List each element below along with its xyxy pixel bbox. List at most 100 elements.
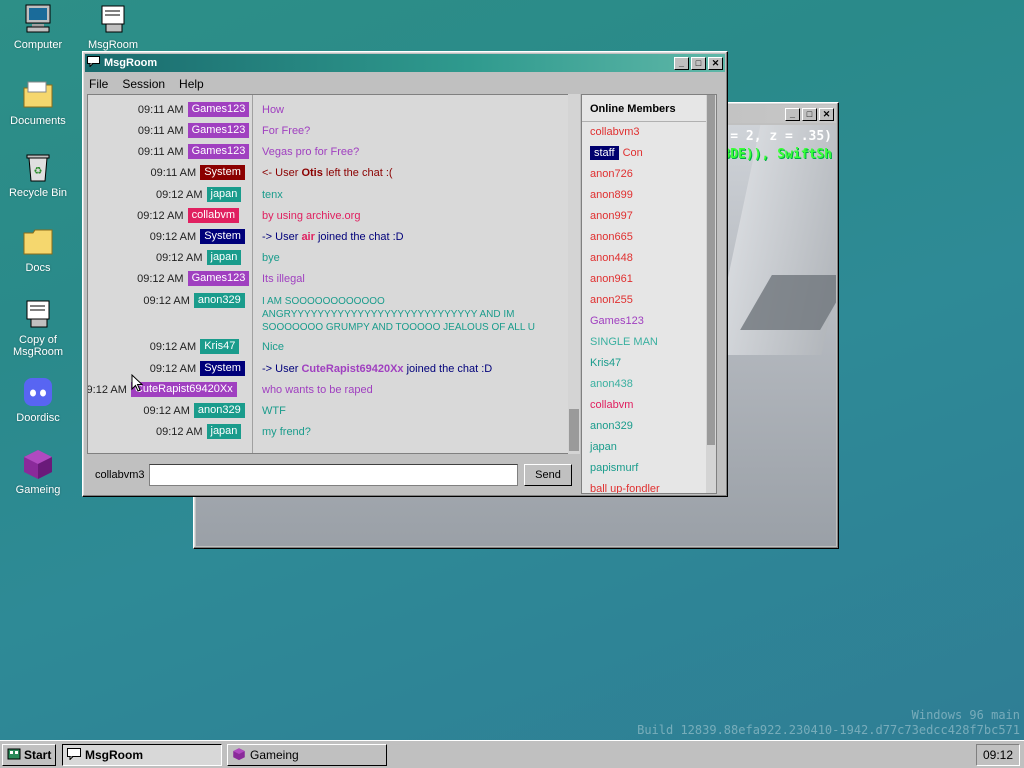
member-item[interactable]: anon665 bbox=[582, 227, 716, 248]
close-button[interactable]: ✕ bbox=[708, 56, 723, 70]
chat-log[interactable]: 09:11 AM Games123 How 09:11 AM Games123 For F… bbox=[87, 94, 580, 454]
message-time: 09:12 AM bbox=[156, 252, 203, 264]
menu-file[interactable]: File bbox=[89, 77, 108, 91]
chat-bubble-icon bbox=[87, 56, 100, 70]
message-time: 09:12 AM bbox=[149, 231, 197, 243]
message-text: How bbox=[262, 104, 284, 116]
maximize-button[interactable]: □ bbox=[691, 56, 706, 70]
member-item[interactable]: ball up-fondler bbox=[582, 479, 716, 493]
member-item[interactable]: anon438 bbox=[582, 374, 716, 395]
scrollbar-thumb[interactable] bbox=[707, 95, 715, 445]
msgroom-window[interactable]: MsgRoom _ □ ✕ File Session Help 09:11 AM… bbox=[82, 51, 728, 497]
member-item[interactable]: anon899 bbox=[582, 185, 716, 206]
members-header: Online Members bbox=[582, 95, 716, 122]
chat-message: 09:12 AM System -> User CuteRapist69420Xx … bbox=[88, 360, 568, 378]
message-username-badge[interactable]: CuteRapist69420Xx bbox=[130, 382, 237, 397]
message-username-badge[interactable]: Games123 bbox=[187, 123, 250, 138]
desktop-icon-doordisc[interactable]: Doordisc bbox=[0, 375, 76, 424]
message-text: I AM SOOOOOOOOOOOO ANGRYYYYYYYYYYYYYYYYYY… bbox=[262, 295, 535, 334]
build-watermark-line1: Windows 96 main bbox=[911, 708, 1020, 722]
task-gameing[interactable]: Gameing bbox=[227, 744, 387, 766]
message-username-badge[interactable]: System bbox=[200, 229, 245, 244]
member-name: collabvm bbox=[590, 399, 634, 411]
send-button[interactable]: Send bbox=[524, 464, 572, 486]
member-name: anon448 bbox=[590, 252, 633, 264]
member-name: anon961 bbox=[590, 273, 633, 285]
message-username-badge[interactable]: collabvm bbox=[187, 208, 239, 223]
task-msgroom[interactable]: MsgRoom bbox=[62, 744, 222, 766]
message-username-badge[interactable]: Games123 bbox=[187, 144, 250, 159]
message-username-badge[interactable]: System bbox=[200, 165, 245, 180]
chat-message: 09:12 AM japan bye bbox=[88, 249, 568, 267]
online-members-panel: Online Members collabvm3 staff Con anon726 a… bbox=[581, 94, 717, 494]
message-username-badge[interactable]: Games123 bbox=[187, 102, 250, 117]
message-username-badge[interactable]: japan bbox=[206, 424, 242, 439]
chat-message: 09:11 AM Games123 For Free? bbox=[88, 122, 568, 140]
maximize-button[interactable]: □ bbox=[802, 107, 817, 121]
message-username-badge[interactable]: Kris47 bbox=[200, 339, 240, 354]
message-text: by using archive.org bbox=[262, 210, 360, 222]
member-item[interactable]: collabvm bbox=[582, 395, 716, 416]
message-time: 09:12 AM bbox=[143, 295, 190, 307]
msgroom-titlebar[interactable]: MsgRoom _ □ ✕ bbox=[85, 54, 725, 72]
scrollbar-thumb[interactable] bbox=[569, 409, 579, 451]
msgroom-icon bbox=[21, 297, 55, 331]
chat-message: 09:12 AM japan my frend? bbox=[88, 423, 568, 441]
member-item[interactable]: anon997 bbox=[582, 206, 716, 227]
chat-message: 09:12 AM System -> User air joined the cha… bbox=[88, 228, 568, 246]
message-username-badge[interactable]: japan bbox=[206, 250, 242, 265]
member-item[interactable]: anon329 bbox=[582, 416, 716, 437]
member-item[interactable]: staff Con bbox=[582, 143, 716, 164]
member-item[interactable]: anon255 bbox=[582, 290, 716, 311]
computer-icon bbox=[21, 2, 55, 36]
desktop-icon-computer[interactable]: Computer bbox=[0, 2, 76, 51]
message-line: Its illegal bbox=[262, 273, 305, 285]
desktop-icon-gameing[interactable]: Gameing bbox=[0, 447, 76, 496]
member-item[interactable]: Kris47 bbox=[582, 353, 716, 374]
start-button[interactable]: Start bbox=[2, 744, 56, 766]
member-item[interactable]: collabvm3 bbox=[582, 122, 716, 143]
member-item[interactable]: anon448 bbox=[582, 248, 716, 269]
desktop-icon-msgroom[interactable]: MsgRoom bbox=[75, 2, 151, 51]
message-line: who wants to be raped bbox=[262, 384, 373, 396]
desktop-icon-label: Recycle Bin bbox=[8, 187, 68, 199]
message-username-badge[interactable]: anon329 bbox=[193, 293, 245, 308]
minimize-button[interactable]: _ bbox=[785, 107, 800, 121]
member-name: anon726 bbox=[590, 168, 633, 180]
chat-scrollbar[interactable] bbox=[568, 94, 580, 454]
desktop-icon-documents[interactable]: Documents bbox=[0, 78, 76, 127]
message-time: 09:11 AM bbox=[137, 104, 184, 116]
menu-session[interactable]: Session bbox=[122, 77, 165, 91]
system-suffix: left the chat :( bbox=[322, 167, 393, 179]
menu-help[interactable]: Help bbox=[179, 77, 204, 91]
system-prefix: -> User bbox=[262, 231, 302, 243]
message-username-badge[interactable]: japan bbox=[206, 187, 242, 202]
minimize-button[interactable]: _ bbox=[674, 56, 689, 70]
message-username-badge[interactable]: System bbox=[200, 361, 245, 376]
desktop-icon-recycle-bin[interactable]: ♻ Recycle Bin bbox=[0, 150, 76, 199]
message-username-badge[interactable]: anon329 bbox=[193, 403, 245, 418]
message-username-badge[interactable]: Games123 bbox=[187, 271, 250, 286]
message-time: 09:12 AM bbox=[137, 273, 184, 285]
system-username: CuteRapist69420Xx bbox=[301, 363, 404, 375]
message-line: by using archive.org bbox=[262, 210, 361, 222]
message-line: Nice bbox=[262, 341, 285, 353]
member-item[interactable]: japan bbox=[582, 437, 716, 458]
members-scrollbar[interactable] bbox=[706, 95, 716, 493]
menubar: File Session Help bbox=[83, 74, 727, 94]
message-input[interactable] bbox=[149, 464, 518, 486]
member-item[interactable]: anon726 bbox=[582, 164, 716, 185]
desktop-icon-docs[interactable]: Docs bbox=[0, 225, 76, 274]
chat-message: 09:11 AM System <- User Otis left the chat… bbox=[88, 164, 568, 182]
svg-text:♻: ♻ bbox=[34, 166, 43, 177]
message-line: Vegas pro for Free? bbox=[262, 146, 360, 158]
member-item[interactable]: Games123 bbox=[582, 311, 716, 332]
mouse-cursor-icon bbox=[131, 374, 143, 392]
member-item[interactable]: papismurf bbox=[582, 458, 716, 479]
message-text: who wants to be raped bbox=[262, 384, 373, 396]
member-item[interactable]: SINGLE MAN bbox=[582, 332, 716, 353]
close-button[interactable]: ✕ bbox=[819, 107, 834, 121]
desktop-icon-copy-of-msgroom[interactable]: Copy of MsgRoom bbox=[0, 297, 76, 358]
member-item[interactable]: anon961 bbox=[582, 269, 716, 290]
message-line: WTF bbox=[262, 405, 286, 417]
